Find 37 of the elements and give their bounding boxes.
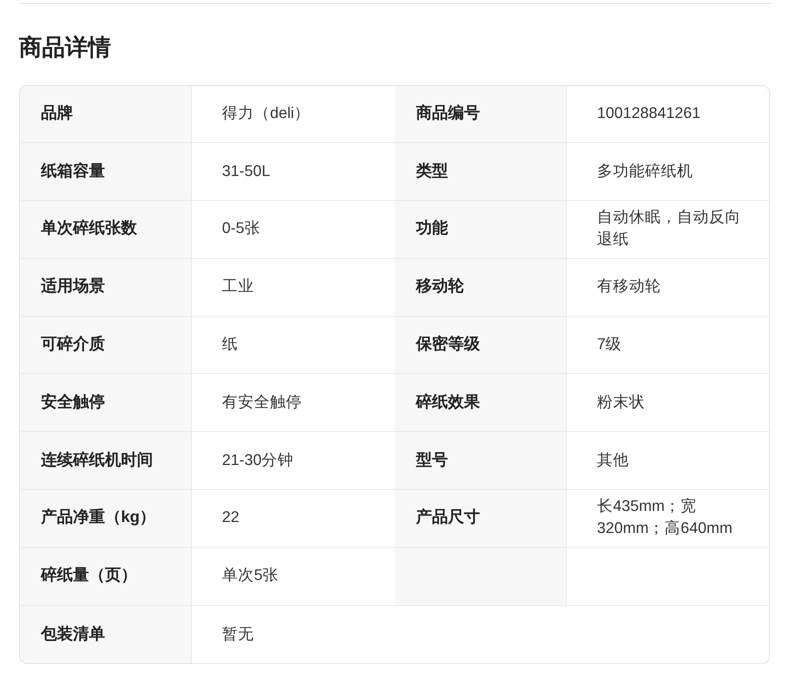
attribute-label: 移动轮 — [395, 258, 567, 316]
attribute-label: 碎纸量（页） — [20, 548, 192, 605]
attribute-value: 0-5张 — [221, 219, 262, 240]
attribute-value: 自动休眠，自动反向退纸 — [596, 208, 742, 250]
attribute-value: 粉末状 — [596, 392, 646, 413]
attribute-value: 暂无 — [221, 624, 255, 645]
attribute-value: 纸 — [221, 335, 239, 356]
attribute-value: 100128841261 — [596, 104, 702, 124]
section-title: 商品详情 — [19, 33, 112, 62]
attribute-label: 型号 — [395, 432, 567, 490]
attribute-label: 碎纸效果 — [395, 374, 567, 432]
attribute-value: 7级 — [596, 335, 623, 356]
attribute-value: 工业 — [221, 277, 255, 298]
attribute-label: 单次碎纸张数 — [20, 201, 192, 258]
attribute-label: 纸箱容量 — [20, 143, 192, 200]
attribute-label: 可碎介质 — [20, 316, 192, 374]
attribute-label: 适用场景 — [20, 258, 192, 316]
attribute-label: 包装清单 — [20, 606, 192, 664]
attribute-value: 得力（deli） — [221, 104, 312, 124]
attribute-value: 21-30分钟 — [221, 450, 295, 471]
attribute-label: 商品编号 — [395, 86, 567, 142]
attribute-value: 单次5张 — [221, 566, 280, 586]
attribute-label: 功能 — [395, 201, 567, 258]
attribute-label: 安全触停 — [20, 374, 192, 432]
attribute-label: 产品尺寸 — [395, 490, 567, 547]
attribute-value: 31-50L — [221, 162, 272, 182]
attribute-label: 品牌 — [20, 86, 192, 142]
attribute-label: 产品净重（kg） — [20, 490, 192, 547]
attribute-value: 其他 — [596, 450, 630, 471]
attribute-label: 连续碎纸机时间 — [20, 432, 192, 490]
attribute-value: 有移动轮 — [596, 277, 662, 298]
attribute-value: 多功能碎纸机 — [596, 162, 694, 182]
attribute-value: 长435mm；宽320mm；高640mm — [596, 497, 734, 540]
attribute-value: 22 — [221, 508, 240, 528]
attribute-value: 有安全触停 — [221, 392, 303, 413]
attribute-label: 类型 — [395, 143, 567, 200]
attribute-label: 保密等级 — [395, 316, 567, 374]
